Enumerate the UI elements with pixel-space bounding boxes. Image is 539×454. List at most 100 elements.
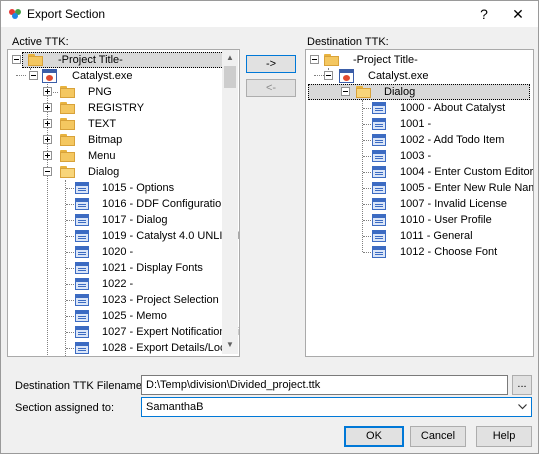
app-icon [9, 9, 21, 19]
dialog-icon [372, 102, 386, 114]
tree-node-dialog[interactable]: 1016 - DDF Configuration [8, 196, 238, 212]
tree-node-dialog[interactable]: 1012 - Choose Font [306, 244, 532, 260]
tree-node-folder[interactable]: TEXT [8, 116, 238, 132]
tree-node-dialog[interactable]: 1019 - Catalyst 4.0 UNLICENSED [8, 228, 239, 244]
expand-icon[interactable] [43, 151, 52, 160]
folder-icon [60, 86, 76, 98]
dialog-icon [75, 326, 89, 338]
tree-node-folder[interactable]: Menu [8, 148, 238, 164]
dialog-icon [372, 166, 386, 178]
tree-node-dialog[interactable]: 1015 - Options [8, 180, 238, 196]
tree-node-label: 1010 - User Profile [400, 214, 492, 226]
scroll-up-icon[interactable]: ▲ [222, 53, 238, 62]
tree-node-dialog[interactable]: 1028 - Export Details/Locks [8, 340, 238, 356]
collapse-icon[interactable] [310, 55, 319, 64]
dialog-icon [75, 262, 89, 274]
folder-icon [60, 150, 76, 162]
dialog-icon [372, 246, 386, 258]
dialog-icon [75, 214, 89, 226]
scroll-down-icon[interactable]: ▼ [222, 340, 238, 349]
tree-node-dialog[interactable]: 1020 - [8, 244, 238, 260]
collapse-icon[interactable] [29, 71, 38, 80]
tree-node-label: 1012 - Choose Font [400, 246, 498, 258]
tree-node-dialog[interactable]: 1007 - Invalid License [306, 196, 532, 212]
tree-node-label: Catalyst.exe [368, 70, 429, 82]
dialog-icon [75, 294, 89, 306]
folder-icon [324, 54, 340, 66]
tree-node-folder-dialog[interactable]: Dialog [8, 164, 238, 180]
dialog-icon [75, 278, 89, 290]
tree-node-label: 1005 - Enter New Rule Name [400, 182, 534, 194]
tree-node-exe[interactable]: Catalyst.exe [306, 68, 532, 84]
tree-node-label: TEXT [88, 118, 117, 130]
dialog-icon [372, 198, 386, 210]
add-to-destination-button[interactable]: -> [246, 55, 296, 73]
tree-node-dialog[interactable]: 1021 - Display Fonts [8, 260, 238, 276]
tree-node-label: 1001 - [400, 118, 432, 130]
tree-node-label: 1025 - Memo [102, 310, 167, 322]
tree-node-dialog[interactable]: 1004 - Enter Custom Editor Details [306, 164, 533, 180]
tree-node-folder[interactable]: REGISTRY [8, 100, 238, 116]
dialog-icon [75, 246, 89, 258]
tree-node-dialog[interactable]: 1005 - Enter New Rule Name [306, 180, 534, 196]
close-title-button[interactable]: ✕ [501, 1, 535, 27]
remove-from-destination-button[interactable]: <- [246, 79, 296, 97]
dialog-icon [75, 182, 89, 194]
ok-button[interactable]: OK [344, 426, 404, 447]
destination-ttk-label: Destination TTK: [307, 36, 389, 48]
tree-node-label: Catalyst.exe [72, 70, 133, 82]
tree-node-label: 1017 - Dialog [102, 214, 168, 226]
tree-node-dialog[interactable]: 1002 - Add Todo Item [306, 132, 532, 148]
section-assigned-combobox[interactable]: SamanthaB [141, 397, 532, 417]
tree-node-label: 1023 - Project Selection [102, 294, 219, 306]
tree-node-dialog[interactable]: 1023 - Project Selection [8, 292, 238, 308]
tree-node-exe[interactable]: Catalyst.exe [8, 68, 238, 84]
tree-node-dialog[interactable]: 1001 - [306, 116, 532, 132]
tree-node-dialog[interactable]: 1027 - Expert Notification Dialog [8, 324, 239, 340]
help-title-button[interactable]: ? [467, 1, 501, 27]
folder-icon [60, 134, 76, 146]
tree-node-root[interactable]: -Project Title- [306, 52, 532, 68]
tree-node-label: 1022 - [102, 278, 134, 290]
cancel-button[interactable]: Cancel [410, 426, 466, 447]
expand-icon[interactable] [43, 119, 52, 128]
expand-icon[interactable] [43, 103, 52, 112]
tree-node-label: 1003 - [400, 150, 432, 162]
collapse-icon[interactable] [324, 71, 333, 80]
active-ttk-tree[interactable]: -Project Title- Catalyst.exe PNG REGISTR… [7, 49, 240, 357]
tree-node-dialog[interactable]: 1011 - General [306, 228, 532, 244]
collapse-icon[interactable] [43, 167, 52, 176]
collapse-icon[interactable] [12, 55, 21, 64]
tree-node-root[interactable]: -Project Title- [8, 52, 238, 68]
tree-node-label: 1000 - About Catalyst [400, 102, 506, 114]
expand-icon[interactable] [43, 87, 52, 96]
left-tree-scrollbar[interactable]: ▲ ▼ [222, 50, 238, 354]
destination-ttk-tree[interactable]: -Project Title- Catalyst.exe Dialog 1000… [305, 49, 534, 357]
expand-icon[interactable] [43, 135, 52, 144]
window-title: Export Section [27, 7, 106, 21]
tree-node-label: -Project Title- [58, 54, 123, 66]
exe-icon [42, 69, 57, 83]
tree-node-dialog[interactable]: 1022 - [8, 276, 238, 292]
dialog-icon [372, 214, 386, 226]
filename-field[interactable]: D:\Temp\division\Divided_project.ttk [141, 375, 508, 395]
dialog-icon [372, 150, 386, 162]
dialog-icon [372, 134, 386, 146]
chevron-down-icon[interactable] [518, 404, 527, 410]
browse-button[interactable]: ... [512, 375, 532, 395]
scroll-thumb[interactable] [224, 66, 236, 88]
tree-node-folder[interactable]: PNG [8, 84, 238, 100]
tree-node-dialog[interactable]: 1017 - Dialog [8, 212, 238, 228]
tree-node-dialog[interactable]: 1010 - User Profile [306, 212, 532, 228]
tree-node-label: Bitmap [88, 134, 123, 146]
tree-node-folder[interactable]: Bitmap [8, 132, 238, 148]
collapse-icon[interactable] [341, 87, 350, 96]
help-button[interactable]: Help [476, 426, 532, 447]
open-folder-icon [60, 166, 76, 178]
tree-node-label: 1021 - Display Fonts [102, 262, 203, 274]
tree-node-dialog[interactable]: 1025 - Memo [8, 308, 238, 324]
tree-node-folder-dialog[interactable]: Dialog [306, 84, 532, 100]
tree-node-dialog[interactable]: 1000 - About Catalyst [306, 100, 532, 116]
title-bar: Export Section ? ✕ [1, 1, 538, 27]
tree-node-dialog[interactable]: 1003 - [306, 148, 532, 164]
